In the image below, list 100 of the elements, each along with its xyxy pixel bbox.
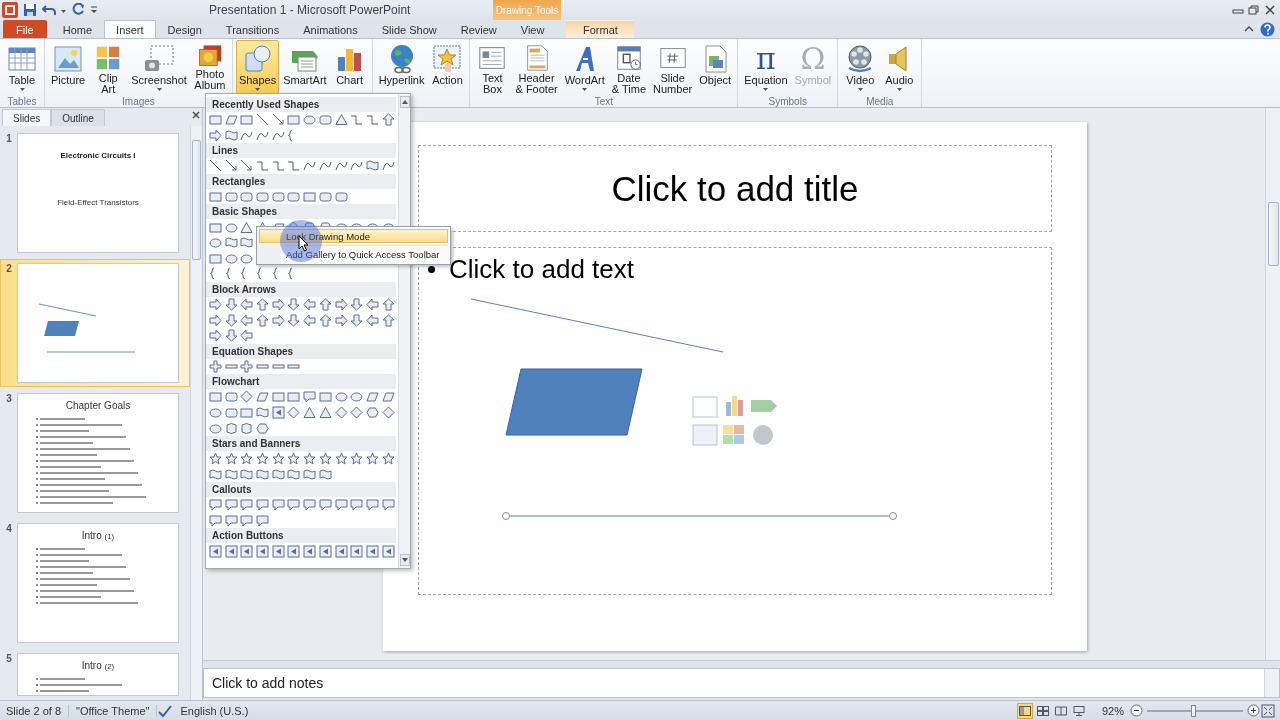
star-icon[interactable]	[287, 452, 301, 466]
rectangle-icon[interactable]	[271, 390, 285, 404]
plus-icon[interactable]	[209, 359, 222, 373]
wave-icon[interactable]	[224, 236, 238, 250]
callout-icon[interactable]	[209, 514, 222, 527]
insert-content-icons-drawing[interactable]	[692, 396, 777, 446]
scroll-down-button[interactable]	[399, 554, 410, 566]
block-arrow-icon[interactable]	[240, 298, 254, 312]
curve-icon[interactable]	[381, 159, 395, 173]
scrollbar[interactable]	[190, 126, 202, 700]
curve-icon[interactable]	[318, 159, 332, 173]
block-arrow-icon[interactable]	[365, 298, 379, 312]
rectangle-icon[interactable]	[209, 251, 222, 265]
ribbon-button[interactable]: Picture	[48, 40, 89, 96]
wave-icon[interactable]	[271, 467, 285, 481]
block-arrow-icon[interactable]	[334, 313, 348, 327]
action-button-icon[interactable]	[334, 544, 348, 558]
ribbon-button[interactable]: Shapes	[235, 40, 280, 96]
oval-icon[interactable]	[209, 236, 222, 250]
callout-icon[interactable]	[256, 498, 270, 512]
oval-icon[interactable]	[303, 113, 317, 127]
slide-thumbnail-row[interactable]: 2	[0, 259, 190, 387]
collapse-ribbon-icon[interactable]	[1244, 25, 1254, 33]
rectangle-icon[interactable]	[209, 390, 222, 404]
ribbon-button[interactable]: Action	[428, 40, 467, 96]
callout-icon[interactable]	[365, 498, 379, 512]
save-icon[interactable]	[23, 3, 37, 17]
oval-icon[interactable]	[334, 390, 348, 404]
help-icon[interactable]	[1260, 21, 1275, 37]
action-button-icon[interactable]	[224, 544, 238, 558]
rounded-rectangle-icon[interactable]	[287, 190, 301, 204]
zoom-slider-thumb[interactable]	[1191, 704, 1197, 717]
ribbon-button[interactable]: Text Box	[473, 40, 512, 96]
ribbon-tab[interactable]: Review	[448, 20, 509, 38]
connector-line[interactable]	[502, 512, 897, 520]
block-arrow-icon[interactable]	[303, 313, 317, 327]
oval-icon[interactable]	[350, 390, 364, 404]
ribbon-tab[interactable]: Transitions	[213, 20, 292, 38]
callout-icon[interactable]	[350, 498, 364, 512]
block-arrow-icon[interactable]	[209, 298, 222, 312]
hexagon-icon[interactable]	[365, 406, 379, 419]
block-arrow-icon[interactable]	[350, 298, 364, 312]
line-icon[interactable]	[256, 113, 270, 127]
star-icon[interactable]	[256, 452, 270, 466]
curve-icon[interactable]	[350, 159, 364, 173]
action-button-icon[interactable]	[381, 544, 395, 558]
zoom-out-icon[interactable]	[1130, 704, 1143, 717]
action-button-icon[interactable]	[303, 544, 317, 558]
block-arrow-icon[interactable]	[224, 313, 238, 327]
ribbon-tab[interactable]: View	[508, 20, 557, 38]
slide-thumbnail-row[interactable]: 4 Intro (1)	[0, 519, 190, 647]
scrollbar[interactable]	[1265, 108, 1280, 660]
elbow-connector-icon[interactable]	[365, 113, 379, 127]
action-button-icon[interactable]	[271, 406, 285, 419]
oval-icon[interactable]	[224, 220, 238, 234]
ribbon-button[interactable]: Object	[696, 40, 735, 96]
star-icon[interactable]	[303, 452, 317, 466]
block-arrow-icon[interactable]	[256, 313, 270, 327]
rounded-rectangle-icon[interactable]	[240, 190, 254, 204]
block-arrow-icon[interactable]	[303, 298, 317, 312]
block-arrow-icon[interactable]	[381, 298, 395, 312]
arrow-icon[interactable]	[271, 113, 285, 127]
block-arrow-icon[interactable]	[224, 298, 238, 312]
oval-icon[interactable]	[209, 421, 222, 435]
block-arrow-icon[interactable]	[381, 113, 395, 127]
ribbon-button[interactable]: Table	[3, 40, 41, 96]
rectangle-icon[interactable]	[209, 190, 222, 204]
block-arrow-icon[interactable]	[256, 298, 270, 312]
ribbon-tab[interactable]: File	[3, 20, 47, 38]
star-icon[interactable]	[381, 452, 395, 466]
line-icon[interactable]	[209, 159, 222, 173]
scroll-up-button[interactable]	[399, 96, 410, 108]
callout-icon[interactable]	[256, 514, 270, 527]
star-icon[interactable]	[334, 452, 348, 466]
wave-icon[interactable]	[209, 467, 222, 481]
ribbon-button[interactable]: WordArt	[561, 40, 608, 96]
scrollbar[interactable]	[1264, 669, 1279, 697]
ribbon-tab[interactable]: Format	[566, 20, 635, 38]
spell-check-icon[interactable]	[157, 703, 174, 718]
diamond-icon[interactable]	[334, 406, 348, 419]
callout-icon[interactable]	[381, 498, 395, 512]
callout-icon[interactable]	[224, 514, 238, 527]
diamond-icon[interactable]	[381, 406, 395, 419]
action-button-icon[interactable]	[365, 544, 379, 558]
wave-icon[interactable]	[365, 159, 379, 173]
block-arrow-icon[interactable]	[287, 298, 301, 312]
rectangle-icon[interactable]	[240, 406, 254, 419]
callout-icon[interactable]	[303, 390, 317, 404]
action-button-icon[interactable]	[271, 544, 285, 558]
block-arrow-icon[interactable]	[365, 313, 379, 327]
ribbon-button[interactable]: Slide Number	[650, 40, 696, 96]
curve-icon[interactable]	[334, 159, 348, 173]
oval-icon[interactable]	[224, 251, 238, 265]
rounded-rectangle-icon[interactable]	[318, 190, 332, 204]
block-arrow-icon[interactable]	[209, 313, 222, 327]
wave-icon[interactable]	[240, 236, 254, 250]
block-arrow-icon[interactable]	[318, 313, 332, 327]
fit-to-window-icon[interactable]	[1260, 703, 1276, 718]
wave-icon[interactable]	[256, 467, 270, 481]
cylinder-icon[interactable]	[224, 421, 238, 435]
